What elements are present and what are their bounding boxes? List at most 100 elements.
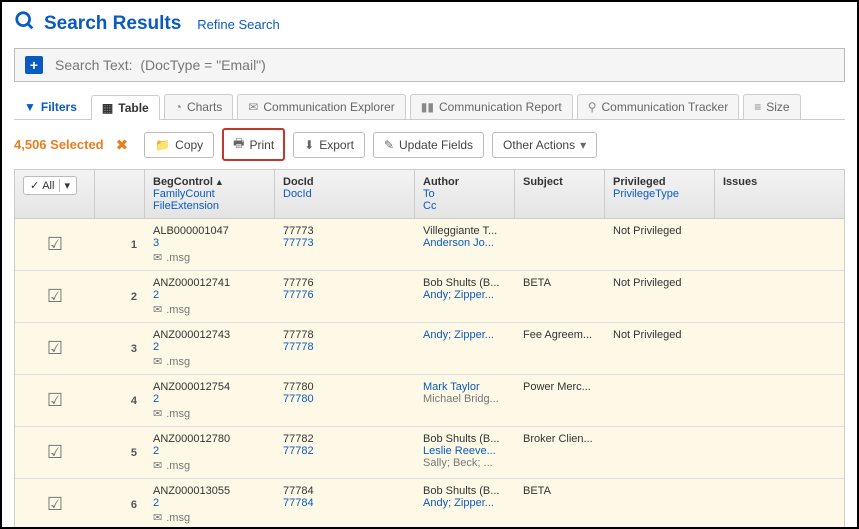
cell-docid: 7778477784	[275, 479, 415, 529]
cell-docid: 7777877778	[275, 323, 415, 374]
envelope-icon: ✉	[153, 303, 162, 316]
print-label: Print	[250, 138, 275, 152]
envelope-icon: ✉	[153, 407, 162, 420]
cell-subject: Power Merc...	[515, 375, 605, 426]
tab-charts[interactable]: ◔ Charts	[164, 94, 234, 119]
cell-subject: BETA	[515, 479, 605, 529]
col-subject[interactable]: Subject	[515, 170, 605, 218]
table-row[interactable]: ☑3ANZ0000127432✉.msg7777877778Andy; Zipp…	[15, 323, 844, 375]
cell-docid: 7778077780	[275, 375, 415, 426]
bar-chart-icon: ▮▮	[421, 100, 434, 114]
selected-count: 4,506 Selected	[14, 137, 104, 152]
row-checkbox[interactable]: ☑	[47, 234, 63, 255]
cell-author: Andy; Zipper...	[415, 323, 515, 374]
mail-icon: ✉	[248, 100, 258, 114]
tab-size[interactable]: ≡ Size	[743, 94, 800, 119]
select-all-button[interactable]: ✓ All ▾	[23, 176, 77, 195]
other-actions-button[interactable]: Other Actions ▾	[492, 132, 597, 158]
tab-comm-report[interactable]: ▮▮ Communication Report	[410, 94, 573, 119]
download-icon: ⬇	[304, 138, 314, 152]
row-number: 2	[95, 271, 145, 322]
table-row[interactable]: ☑1ALB0000010473✉.msg7777377773Villeggian…	[15, 219, 844, 271]
tab-size-label: Size	[766, 100, 789, 114]
view-tabs: ▼ Filters ▦ Table ◔ Charts ✉ Communicati…	[14, 94, 845, 120]
envelope-icon: ✉	[153, 355, 162, 368]
tab-comm-explorer[interactable]: ✉ Communication Explorer	[237, 94, 405, 119]
search-text-bar[interactable]: + Search Text: (DocType = "Email")	[14, 48, 845, 82]
export-button[interactable]: ⬇ Export	[293, 132, 365, 158]
refine-search-link[interactable]: Refine Search	[197, 17, 279, 32]
cell-subject: Fee Agreem...	[515, 323, 605, 374]
row-checkbox[interactable]: ☑	[47, 338, 63, 359]
table-header: ✓ All ▾ BegControl▲ FamilyCount FileExte…	[15, 170, 844, 219]
database-icon: ≡	[754, 100, 761, 114]
cell-issues	[715, 219, 844, 270]
col-begcontrol[interactable]: BegControl▲ FamilyCount FileExtension	[145, 170, 275, 218]
cell-privileged: Not Privileged	[605, 323, 715, 374]
add-criteria-button[interactable]: +	[25, 56, 43, 74]
cell-author: Villeggiante T...Anderson Jo...	[415, 219, 515, 270]
copy-button[interactable]: 📁 Copy	[144, 132, 214, 158]
cell-privileged	[605, 427, 715, 478]
table-row[interactable]: ☑ 6ANZ0000130552✉.msg7778477784Bob Shults…	[15, 479, 844, 529]
row-checkbox[interactable]: ☑	[47, 442, 63, 463]
filter-icon: ▼	[24, 100, 36, 114]
search-icon	[14, 10, 36, 38]
cell-issues	[715, 323, 844, 374]
col-privileged[interactable]: Privileged PrivilegeType	[605, 170, 715, 218]
sort-asc-icon: ▲	[215, 177, 224, 187]
folder-icon: 📁	[155, 138, 170, 152]
cell-docid: 7777377773	[275, 219, 415, 270]
tab-comm-explorer-label: Communication Explorer	[263, 100, 394, 114]
cell-author: Bob Shults (B...Andy; Zipper...	[415, 271, 515, 322]
cell-subject: BETA	[515, 271, 605, 322]
clear-selection-button[interactable]: ✖	[116, 136, 129, 154]
cell-begcontrol: ALB0000010473✉.msg	[145, 219, 275, 270]
tab-comm-tracker-label: Communication Tracker	[601, 100, 728, 114]
cell-docid: 7777677776	[275, 271, 415, 322]
col-author[interactable]: Author To Cc	[415, 170, 515, 218]
tab-table[interactable]: ▦ Table	[91, 95, 160, 120]
update-fields-button[interactable]: ✎ Update Fields	[373, 132, 484, 158]
col-docid[interactable]: DocId DocId	[275, 170, 415, 218]
envelope-icon: ✉	[153, 251, 162, 264]
cell-privileged	[605, 479, 715, 529]
cell-privileged	[605, 375, 715, 426]
cell-privileged: Not Privileged	[605, 219, 715, 270]
cell-issues	[715, 427, 844, 478]
export-label: Export	[319, 138, 354, 152]
tab-filters[interactable]: ▼ Filters	[14, 94, 87, 119]
table-row[interactable]: ☑4ANZ0000127542✉.msg7778077780Mark Taylo…	[15, 375, 844, 427]
results-table: ✓ All ▾ BegControl▲ FamilyCount FileExte…	[14, 169, 845, 529]
cell-author: Bob Shults (B...Leslie Reeve...Sally; Be…	[415, 427, 515, 478]
cell-begcontrol: ANZ0000127412✉.msg	[145, 271, 275, 322]
col-issues[interactable]: Issues	[715, 170, 844, 218]
check-icon: ✓	[30, 179, 39, 192]
all-label: All	[42, 180, 54, 192]
caret-down-icon: ▾	[59, 179, 70, 192]
print-icon: 🖶	[233, 134, 244, 155]
tab-comm-tracker[interactable]: ⚲ Communication Tracker	[577, 94, 740, 119]
cell-author: Bob Shults (B...Andy; Zipper...	[415, 479, 515, 529]
cell-issues	[715, 479, 844, 529]
row-checkbox[interactable]: ☑	[47, 494, 63, 515]
envelope-icon: ✉	[153, 459, 162, 472]
cell-issues	[715, 271, 844, 322]
cell-begcontrol: ANZ0000127542✉.msg	[145, 375, 275, 426]
row-checkbox[interactable]: ☑	[47, 390, 63, 411]
cell-begcontrol: ANZ0000127432✉.msg	[145, 323, 275, 374]
caret-down-icon: ▾	[580, 138, 586, 152]
table-row[interactable]: ☑5ANZ0000127802✉.msg7778277782Bob Shults…	[15, 427, 844, 479]
cell-begcontrol: ANZ0000127802✉.msg	[145, 427, 275, 478]
row-checkbox[interactable]: ☑	[47, 286, 63, 307]
print-button[interactable]: 🖶 Print	[222, 128, 285, 161]
cell-subject	[515, 219, 605, 270]
table-icon: ▦	[102, 101, 113, 115]
row-number: 6	[95, 479, 145, 529]
copy-label: Copy	[175, 138, 203, 152]
other-label: Other Actions	[503, 138, 575, 152]
table-row[interactable]: ☑ 2ANZ0000127412✉.msg7777677776Bob Shults…	[15, 271, 844, 323]
cell-begcontrol: ANZ0000130552✉.msg	[145, 479, 275, 529]
cell-privileged: Not Privileged	[605, 271, 715, 322]
page-title: Search Results	[44, 13, 181, 35]
